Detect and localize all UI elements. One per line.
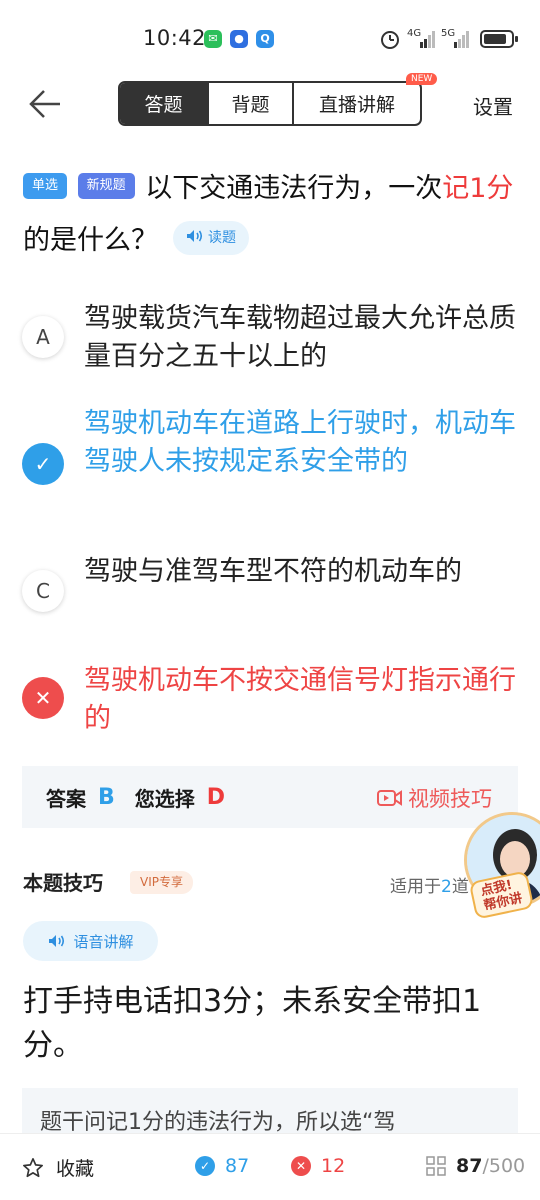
settings-button[interactable]: 设置 <box>473 91 513 120</box>
correct-count-value: 87 <box>225 1155 250 1177</box>
option-c[interactable]: C 驾驶与准驾车型不符的机动车的 <box>22 553 522 629</box>
battery-icon <box>480 30 518 48</box>
applies-to-text: 适用于2道 <box>390 872 469 897</box>
new-rule-tag: 新规题 <box>77 172 135 199</box>
answer-label: 答案 <box>46 786 86 811</box>
ai-tutor-avatar[interactable]: 点我! 帮你讲 <box>464 812 540 922</box>
clock: 10:42 <box>143 26 207 50</box>
correct-count[interactable]: ✓ 87 <box>195 1155 249 1177</box>
bottom-bar: 收藏 ✓ 87 ✕ 12 87 /500 <box>0 1133 540 1200</box>
video-tip-label: 视频技巧 <box>408 787 492 811</box>
status-bar: 10:42 ✉ ● Q 4G 5G <box>0 0 540 80</box>
back-arrow-icon[interactable] <box>28 88 64 120</box>
option-b[interactable]: ✓ 驾驶机动车在道路上行驶时，机动车驾驶人未按规定系安全带的 <box>22 405 522 519</box>
chosen-label: 您选择 <box>134 786 195 811</box>
read-question-button[interactable]: 读题 <box>172 220 250 255</box>
read-question-label: 读题 <box>208 229 237 246</box>
tab-live-lecture[interactable]: 直播讲解 <box>292 83 420 124</box>
option-c-marker: C <box>22 570 64 612</box>
option-c-text: 驾驶与准驾车型不符的机动车的 <box>84 556 462 587</box>
cross-icon: ✕ <box>291 1156 311 1176</box>
speaker-icon <box>186 229 202 242</box>
voice-explain-button[interactable]: 语音讲解 <box>23 921 158 961</box>
question-text-before: 以下交通违法行为，一次 <box>145 173 443 204</box>
signal-icon-2 <box>454 31 469 48</box>
explanation-text: 题干问记1分的违法行为，所以选“驾 <box>40 1110 396 1135</box>
applies-count: 2 <box>441 877 452 897</box>
wrong-count[interactable]: ✕ 12 <box>291 1155 345 1177</box>
network-5g-label: 5G <box>441 28 456 39</box>
option-b-text: 驾驶机动车在道路上行驶时，机动车驾驶人未按规定系安全带的 <box>84 408 516 477</box>
favorite-label: 收藏 <box>56 1158 95 1180</box>
network-4g-label: 4G <box>407 28 422 39</box>
signal-icon <box>420 31 435 48</box>
speaker-icon <box>49 935 65 947</box>
question-text-after: 的是什么？ <box>23 225 158 256</box>
applies-prefix: 适用于 <box>390 877 441 897</box>
chosen-value: D <box>206 784 226 810</box>
wechat-icon: ✉ <box>204 30 222 48</box>
option-a[interactable]: A 驾驶载货汽车载物超过最大允许总质量百分之五十以上的 <box>22 300 522 376</box>
mode-tabs: 答题 背题 直播讲解 <box>118 81 422 126</box>
cross-icon: ✕ <box>22 677 64 719</box>
tab-answer[interactable]: 答题 <box>120 83 207 124</box>
total-questions: /500 <box>482 1155 526 1177</box>
single-choice-tag: 单选 <box>23 172 68 199</box>
check-icon: ✓ <box>195 1156 215 1176</box>
tip-title: 本题技巧 <box>23 871 103 895</box>
grid-icon <box>426 1156 446 1176</box>
current-question-number: 87 <box>456 1155 483 1177</box>
new-badge: NEW <box>406 73 438 85</box>
tab-memorize[interactable]: 背题 <box>207 83 292 124</box>
answer-bar: 答案 B 您选择 D 视频技巧 <box>22 766 518 828</box>
vip-badge: VIP专享 <box>130 871 193 894</box>
bulb-icon: ● <box>230 30 248 48</box>
check-icon: ✓ <box>22 443 64 485</box>
question-progress[interactable]: 87 /500 <box>426 1155 525 1177</box>
wrong-count-value: 12 <box>321 1155 346 1177</box>
search-app-icon: Q <box>256 30 274 48</box>
video-icon <box>377 790 402 806</box>
video-tip-button[interactable]: 视频技巧 <box>377 783 492 813</box>
answer-value: B <box>98 784 115 810</box>
question-highlight: 记1分 <box>442 173 514 204</box>
option-a-marker: A <box>22 316 64 358</box>
alarm-icon <box>381 31 399 49</box>
favorite-button[interactable]: 收藏 <box>22 1154 94 1181</box>
tip-body: 打手持电话扣3分；未系安全带扣1分。 <box>23 984 482 1063</box>
voice-explain-label: 语音讲解 <box>73 932 134 951</box>
option-d[interactable]: ✕ 驾驶机动车不按交通信号灯指示通行的 <box>22 662 522 738</box>
question-text: 单选 新规题 以下交通违法行为，一次记1分的是什么？ 读题 <box>23 163 523 267</box>
option-a-text: 驾驶载货汽车载物超过最大允许总质量百分之五十以上的 <box>84 303 516 372</box>
option-d-text: 驾驶机动车不按交通信号灯指示通行的 <box>84 665 516 734</box>
star-icon <box>23 1157 43 1177</box>
